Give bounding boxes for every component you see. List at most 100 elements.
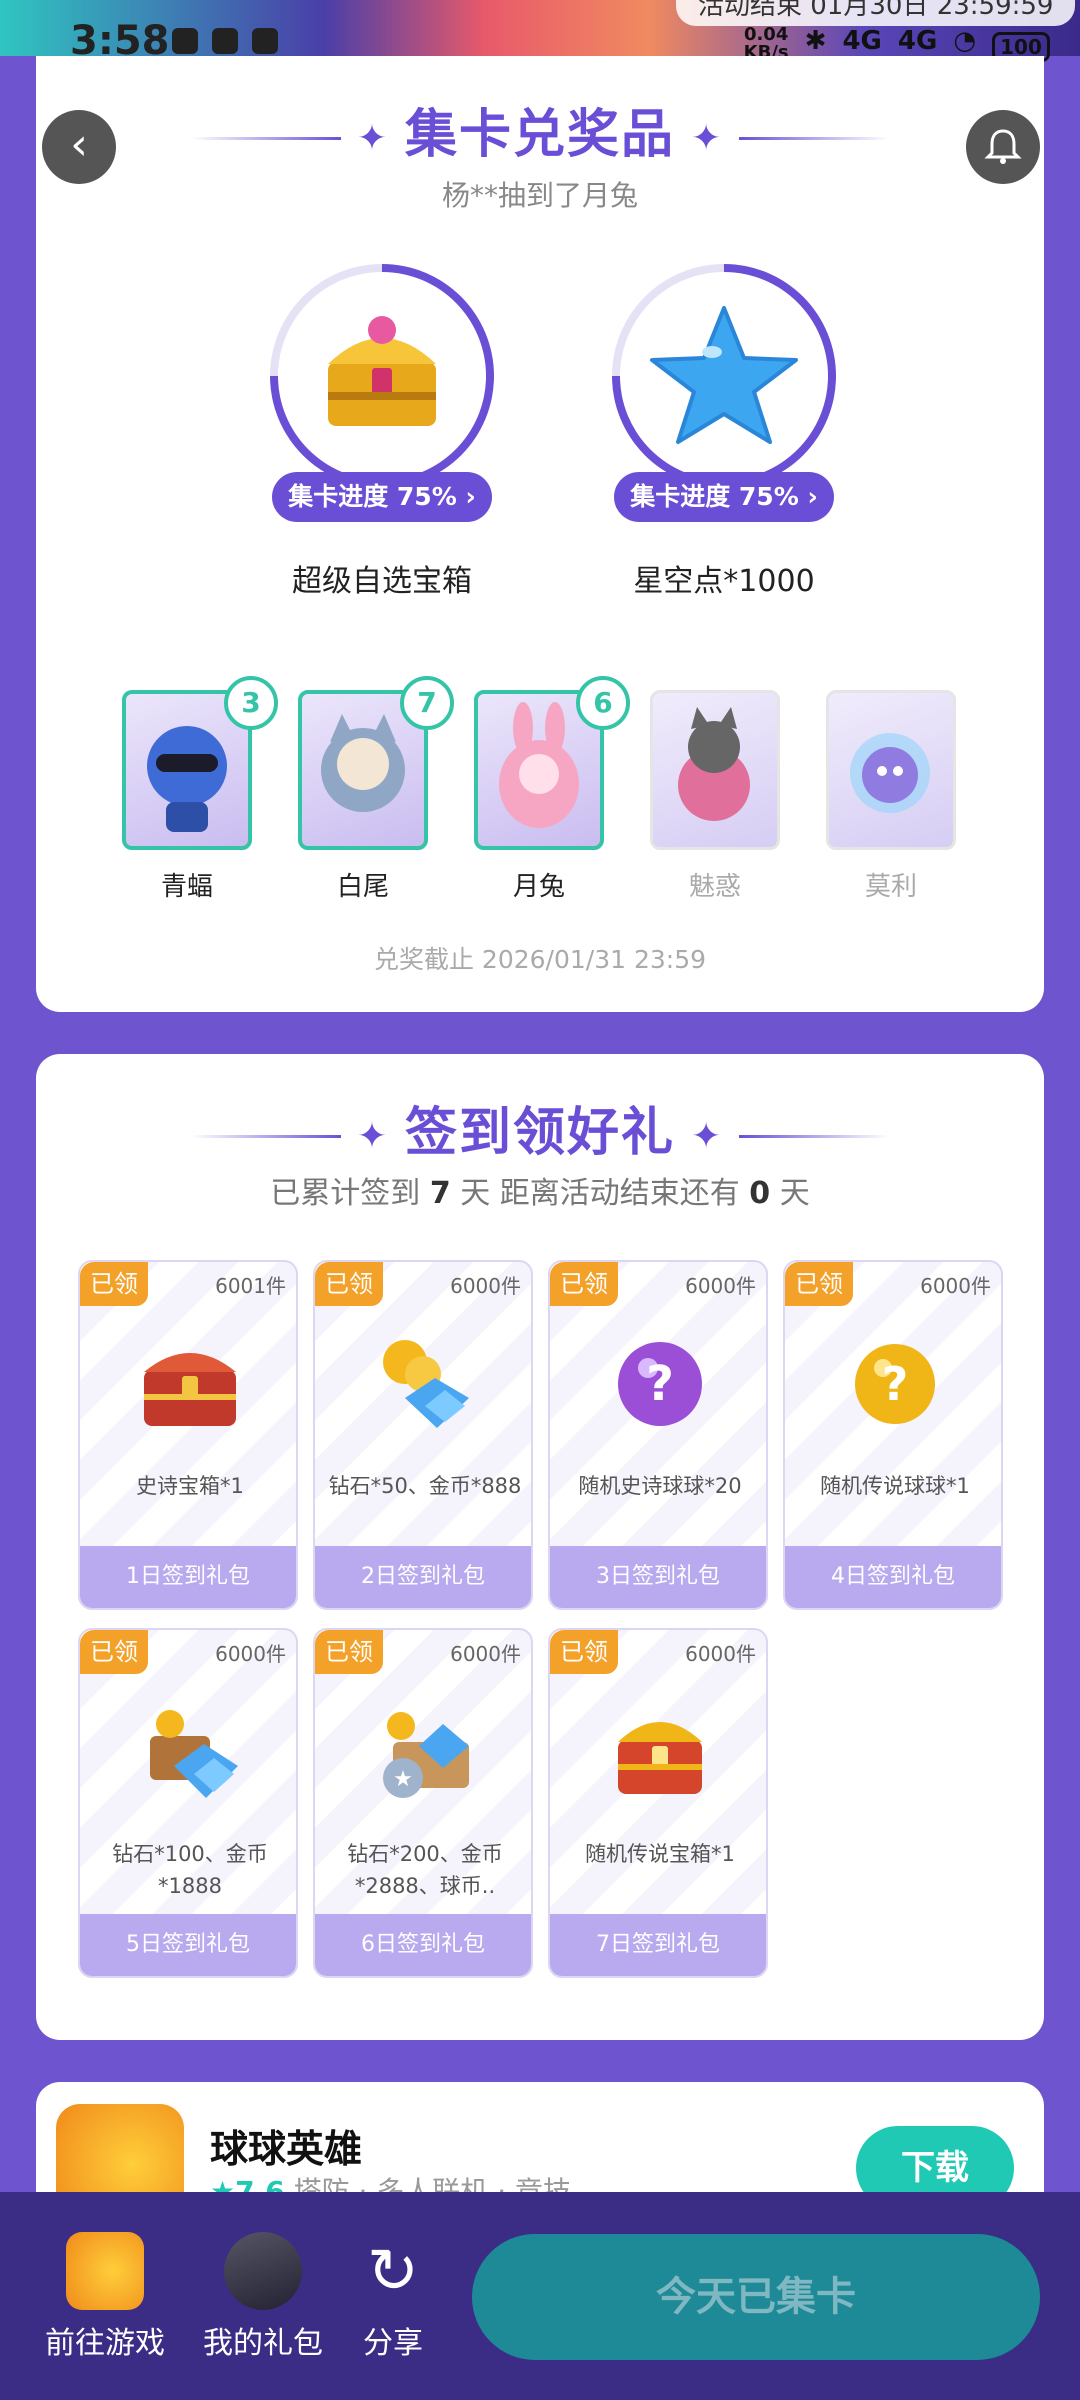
svg-text:★: ★ bbox=[393, 1767, 413, 1792]
character-name: 魅惑 bbox=[688, 872, 741, 902]
progress-ring bbox=[270, 264, 494, 488]
purple-mystery-ball-icon: ? bbox=[618, 1342, 702, 1426]
card-count-badge: 6 bbox=[576, 676, 630, 730]
signin-gift-day7[interactable]: 已领 6000件 随机传说宝箱*1 7日签到礼包 bbox=[548, 1628, 768, 1978]
claimed-badge: 已领 bbox=[315, 1262, 383, 1306]
gift-stock: 6000件 bbox=[450, 1274, 521, 1298]
draw-ticker: 杨**抽到了月兔 bbox=[441, 179, 638, 212]
gift-description: 随机史诗球球*20 bbox=[578, 1474, 742, 1498]
sparkle-icon: ✦ bbox=[356, 117, 389, 159]
app-notification-icon bbox=[172, 28, 198, 54]
signin-gift-day2[interactable]: 已领 6000件 钻石*50、金币*888 2日签到礼包 bbox=[313, 1260, 533, 1610]
redeem-deadline: 兑奖截止 2026/01/31 23:59 bbox=[373, 945, 707, 974]
gift-day-label: 4日签到礼包 bbox=[785, 1546, 1001, 1608]
signin-gift-day3[interactable]: 已领 6000件 ? 随机史诗球球*20 3日签到礼包 bbox=[548, 1260, 768, 1610]
go-to-game-button[interactable]: 前往游戏 bbox=[30, 2232, 180, 2362]
character-name: 青蝠 bbox=[160, 872, 213, 902]
claimed-badge: 已领 bbox=[315, 1630, 383, 1674]
signin-gift-day1[interactable]: 已领 6001件 史诗宝箱*1 1日签到礼包 bbox=[78, 1260, 298, 1610]
bluetooth-icon: ✱ bbox=[804, 26, 827, 56]
gift-description: 钻石*100、金币*1888 bbox=[112, 1842, 268, 1898]
card-count-badge: 7 bbox=[400, 676, 454, 730]
gift-stock: 6000件 bbox=[450, 1642, 521, 1666]
svg-text:?: ? bbox=[882, 1357, 909, 1411]
gift-day-label: 5日签到礼包 bbox=[80, 1914, 296, 1976]
status-indicators: 0.04 KB/s ✱ 4G 4G ◔ 100 bbox=[744, 4, 1050, 62]
gift-stock: 6000件 bbox=[685, 1642, 756, 1666]
gift-description: 钻石*200、金币*2888、球币.. bbox=[347, 1842, 503, 1898]
bell-icon bbox=[984, 129, 1022, 164]
claimed-badge: 已领 bbox=[550, 1262, 618, 1306]
character-card-baiwei[interactable]: 7 白尾 bbox=[288, 676, 454, 902]
prize-name: 超级自选宝箱 bbox=[292, 564, 472, 599]
epic-chest-icon bbox=[144, 1353, 236, 1426]
character-card-qingfu[interactable]: 3 青蝠 bbox=[112, 676, 278, 902]
card-count-badge: 3 bbox=[224, 676, 278, 730]
gift-description: 钻石*50、金币*888 bbox=[328, 1474, 522, 1498]
sparkle-icon: ✦ bbox=[691, 117, 724, 159]
character-card-yuetu[interactable]: 6 月兔 bbox=[464, 676, 630, 902]
signin-gift-day5[interactable]: 已领 6000件 钻石*100、金币*1888 5日签到礼包 bbox=[78, 1628, 298, 1978]
diamond-coin-icon bbox=[383, 1340, 469, 1428]
progress-ring bbox=[612, 264, 836, 488]
signin-section-title: ✦ 签到领好礼 ✦ bbox=[36, 1090, 1044, 1165]
character-card-meihuo[interactable]: 魅惑 bbox=[640, 690, 790, 902]
claimed-badge: 已领 bbox=[80, 1630, 148, 1674]
gift-avatar-icon bbox=[224, 2232, 302, 2310]
character-name: 月兔 bbox=[512, 872, 565, 902]
gift-description: 随机传说球球*1 bbox=[820, 1474, 970, 1498]
collect-cards-panel: ✦ 集卡兑奖品 ✦ 杨**抽到了月兔 集卡进度 75% › 超级自选宝箱 集卡进… bbox=[36, 56, 1044, 1012]
gift-day-label: 7日签到礼包 bbox=[550, 1914, 766, 1976]
ghost-character-icon bbox=[850, 733, 930, 813]
prize-name: 星空点*1000 bbox=[633, 564, 815, 599]
golden-mystery-ball-icon: ? bbox=[855, 1344, 935, 1424]
svg-text:?: ? bbox=[646, 1356, 674, 1412]
character-name: 白尾 bbox=[336, 872, 389, 902]
cat-character-icon bbox=[678, 707, 750, 821]
wifi-icon: ◔ bbox=[953, 26, 976, 56]
sparkle-icon: ✦ bbox=[691, 1115, 724, 1157]
gift-day-label: 1日签到礼包 bbox=[80, 1546, 296, 1608]
collect-section-title: ✦ 集卡兑奖品 ✦ bbox=[36, 92, 1044, 167]
gift-stock: 6000件 bbox=[920, 1274, 991, 1298]
claimed-badge: 已领 bbox=[80, 1262, 148, 1306]
legendary-chest-icon bbox=[618, 1722, 702, 1794]
gift-stock: 6001件 bbox=[215, 1274, 286, 1298]
my-gifts-button[interactable]: 我的礼包 bbox=[188, 2232, 338, 2362]
gift-day-label: 2日签到礼包 bbox=[315, 1546, 531, 1608]
chevron-right-icon: › bbox=[465, 482, 476, 511]
back-button[interactable]: ‹ bbox=[42, 110, 116, 184]
app-notification-icon bbox=[252, 28, 278, 54]
diamond-coin-crate-icon: ★ bbox=[383, 1712, 469, 1798]
share-icon: ↻ bbox=[367, 2234, 419, 2307]
claimed-badge: 已领 bbox=[550, 1630, 618, 1674]
app-notification-icon bbox=[212, 28, 238, 54]
chevron-left-icon: ‹ bbox=[70, 119, 88, 170]
character-card-moli[interactable]: 莫利 bbox=[816, 690, 966, 902]
prize-super-chest[interactable]: 集卡进度 75% › 超级自选宝箱 bbox=[252, 264, 512, 599]
character-name: 莫利 bbox=[864, 872, 917, 902]
sparkle-icon: ✦ bbox=[356, 1115, 389, 1157]
signal-4g-1: 4G bbox=[842, 26, 882, 56]
gift-stock: 6000件 bbox=[685, 1274, 756, 1298]
collected-today-button[interactable]: 今天已集卡 bbox=[472, 2234, 1040, 2360]
signin-summary: 已累计签到 7 天 距离活动结束还有 0 天 bbox=[270, 1176, 810, 1211]
game-name: 球球英雄 bbox=[210, 2127, 363, 2171]
gift-description: 随机传说宝箱*1 bbox=[585, 1842, 735, 1866]
notification-button[interactable] bbox=[966, 110, 1040, 184]
collect-progress-button[interactable]: 集卡进度 75% › bbox=[272, 472, 492, 522]
notification-icons bbox=[172, 28, 278, 54]
signin-rewards-panel: ✦ 签到领好礼 ✦ 已累计签到 7 天 距离活动结束还有 0 天 已领 6001件 … bbox=[36, 1054, 1044, 2040]
share-button[interactable]: ↻ 分享 bbox=[318, 2232, 468, 2362]
gift-day-label: 3日签到礼包 bbox=[550, 1546, 766, 1608]
blue-star-icon bbox=[650, 306, 798, 444]
chevron-right-icon: › bbox=[807, 482, 818, 511]
gift-day-label: 6日签到礼包 bbox=[315, 1914, 531, 1976]
prize-star-points[interactable]: 集卡进度 75% › 星空点*1000 bbox=[594, 264, 854, 599]
claimed-badge: 已领 bbox=[785, 1262, 853, 1306]
signin-gift-day6[interactable]: 已领 6000件 ★ 钻石*200、金币*2888、球币.. 6日签到礼包 bbox=[313, 1628, 533, 1978]
signin-gift-day4[interactable]: 已领 6000件 ? 随机传说球球*1 4日签到礼包 bbox=[783, 1260, 1003, 1610]
status-bar: 活动结束 01月30日 23:59:59 3:58 0.04 KB/s ✱ 4G… bbox=[0, 0, 1080, 64]
gift-description: 史诗宝箱*1 bbox=[136, 1474, 244, 1498]
collect-progress-button[interactable]: 集卡进度 75% › bbox=[614, 472, 834, 522]
